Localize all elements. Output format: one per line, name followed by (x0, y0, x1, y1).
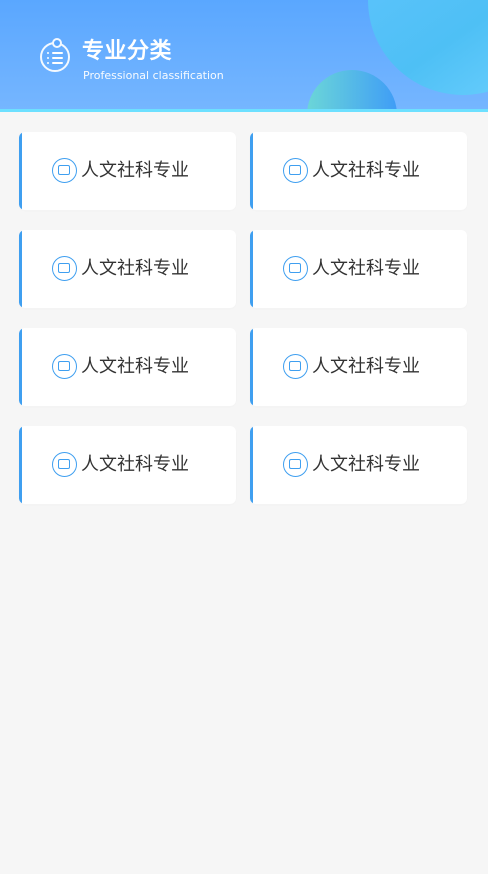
header-bottom-line (0, 109, 488, 112)
header: 专业分类 Professional classification (0, 0, 488, 112)
list-icon (40, 38, 70, 72)
header-decor-circle-small (307, 70, 397, 112)
category-card[interactable]: 人文社科专业 (250, 132, 467, 210)
category-label: 人文社科专业 (81, 356, 189, 377)
book-icon (52, 256, 77, 281)
category-card[interactable]: 人文社科专业 (19, 426, 236, 504)
book-icon (283, 256, 308, 281)
category-label: 人文社科专业 (312, 356, 420, 377)
header-decor-circle-large (368, 0, 488, 95)
category-card[interactable]: 人文社科专业 (19, 328, 236, 406)
category-label: 人文社科专业 (81, 160, 189, 181)
category-label: 人文社科专业 (81, 454, 189, 475)
category-label: 人文社科专业 (312, 454, 420, 475)
page: 专业分类 Professional classification 人文社科专业 … (0, 0, 488, 874)
book-icon (283, 158, 308, 183)
category-label: 人文社科专业 (312, 160, 420, 181)
page-title: 专业分类 (82, 39, 173, 64)
category-card[interactable]: 人文社科专业 (250, 328, 467, 406)
category-card[interactable]: 人文社科专业 (250, 230, 467, 308)
book-icon (283, 452, 308, 477)
category-card[interactable]: 人文社科专业 (19, 230, 236, 308)
book-icon (52, 158, 77, 183)
book-icon (52, 354, 77, 379)
book-icon (52, 452, 77, 477)
category-card[interactable]: 人文社科专业 (250, 426, 467, 504)
category-label: 人文社科专业 (81, 258, 189, 279)
category-label: 人文社科专业 (312, 258, 420, 279)
book-icon (283, 354, 308, 379)
category-card[interactable]: 人文社科专业 (19, 132, 236, 210)
page-subtitle: Professional classification (83, 69, 224, 82)
